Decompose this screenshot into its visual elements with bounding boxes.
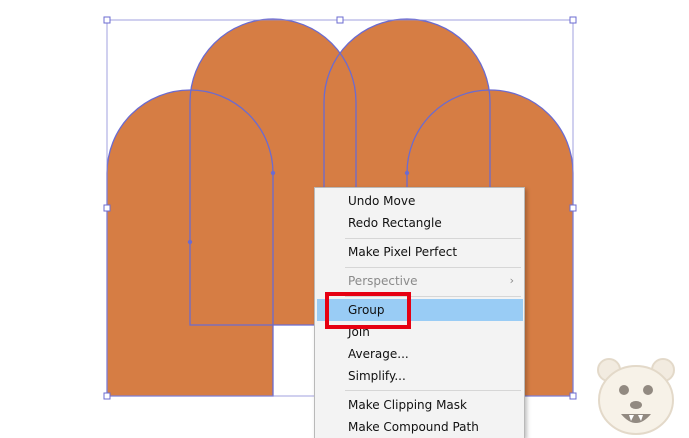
handle-middle-left[interactable] — [103, 204, 111, 212]
handle-bottom-left[interactable] — [103, 392, 111, 400]
menu-item-make-compound-path[interactable]: Make Compound Path — [315, 416, 524, 438]
handle-bottom-right[interactable] — [569, 392, 577, 400]
menu-separator — [345, 267, 521, 268]
menu-item-simplify[interactable]: Simplify... — [315, 365, 524, 387]
handle-top-left[interactable] — [103, 16, 111, 24]
handle-middle-right[interactable] — [569, 204, 577, 212]
menu-item-perspective: Perspective › — [315, 270, 524, 292]
menu-item-undo-move[interactable]: Undo Move — [315, 190, 524, 212]
menu-item-label: Perspective — [348, 274, 418, 288]
bear-mascot-icon — [597, 358, 675, 435]
handle-top-center[interactable] — [336, 16, 344, 24]
menu-item-redo-rectangle[interactable]: Redo Rectangle — [315, 212, 524, 234]
chevron-right-icon: › — [509, 274, 514, 287]
menu-item-make-clipping-mask[interactable]: Make Clipping Mask — [315, 394, 524, 416]
menu-item-make-pixel-perfect[interactable]: Make Pixel Perfect — [315, 241, 524, 263]
annotation-highlight-box — [325, 292, 411, 329]
handle-top-right[interactable] — [569, 16, 577, 24]
menu-separator — [345, 390, 521, 391]
menu-item-average[interactable]: Average... — [315, 343, 524, 365]
menu-separator — [345, 238, 521, 239]
